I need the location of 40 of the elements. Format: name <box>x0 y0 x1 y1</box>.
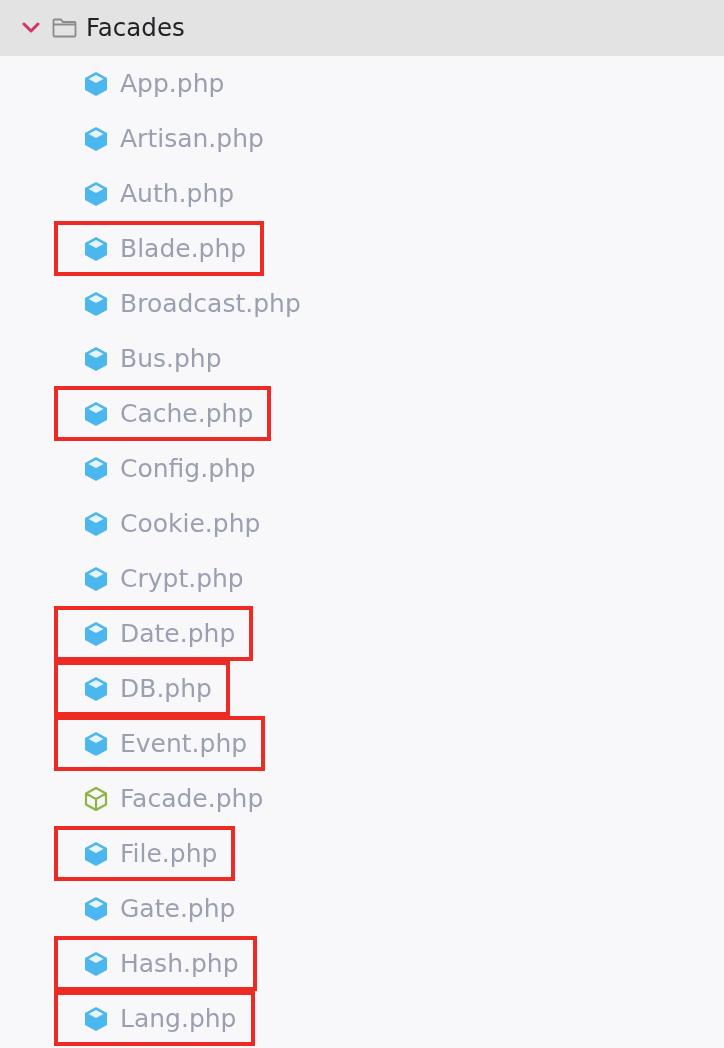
cube-icon <box>84 840 108 867</box>
cube-icon <box>84 125 108 152</box>
cube-icon <box>84 895 108 922</box>
folder-icon <box>52 18 77 38</box>
cube-icon <box>84 1005 108 1032</box>
file-name[interactable]: Broadcast.php <box>120 291 301 316</box>
file-name[interactable]: Gate.php <box>120 896 236 921</box>
cube-icon <box>84 290 108 317</box>
cube-icon <box>84 235 108 262</box>
cube-icon <box>84 455 108 482</box>
cube-icon <box>84 950 108 977</box>
cube-icon <box>84 730 108 757</box>
cube-icon <box>84 400 108 427</box>
file-name[interactable]: Event.php <box>120 731 248 756</box>
file-name[interactable]: Hash.php <box>120 951 239 976</box>
cube-icon <box>84 620 108 647</box>
cube-icon <box>84 675 108 702</box>
file-name[interactable]: Cache.php <box>120 401 254 426</box>
chevron-down-icon[interactable] <box>22 22 40 34</box>
file-name[interactable]: DB.php <box>120 676 212 701</box>
folder-row[interactable]: Facades <box>0 0 724 56</box>
file-name[interactable]: File.php <box>120 841 218 866</box>
cube-icon <box>84 565 108 592</box>
file-name[interactable]: Config.php <box>120 456 256 481</box>
file-name[interactable]: Auth.php <box>120 181 235 206</box>
file-name[interactable]: Artisan.php <box>120 126 264 151</box>
file-name[interactable]: Crypt.php <box>120 566 244 591</box>
cube-icon <box>84 180 108 207</box>
file-name[interactable]: Lang.php <box>120 1006 237 1031</box>
file-name[interactable]: Bus.php <box>120 346 222 371</box>
file-name[interactable]: Blade.php <box>120 236 247 261</box>
file-name[interactable]: Facade.php <box>120 786 264 811</box>
file-name[interactable]: App.php <box>120 71 225 96</box>
cube-icon <box>84 510 108 537</box>
cube-icon <box>84 345 108 372</box>
file-name[interactable]: Cookie.php <box>120 511 261 536</box>
file-name[interactable]: Date.php <box>120 621 236 646</box>
cube-outline-icon <box>84 785 108 812</box>
folder-name: Facades <box>86 15 185 41</box>
cube-icon <box>84 70 108 97</box>
